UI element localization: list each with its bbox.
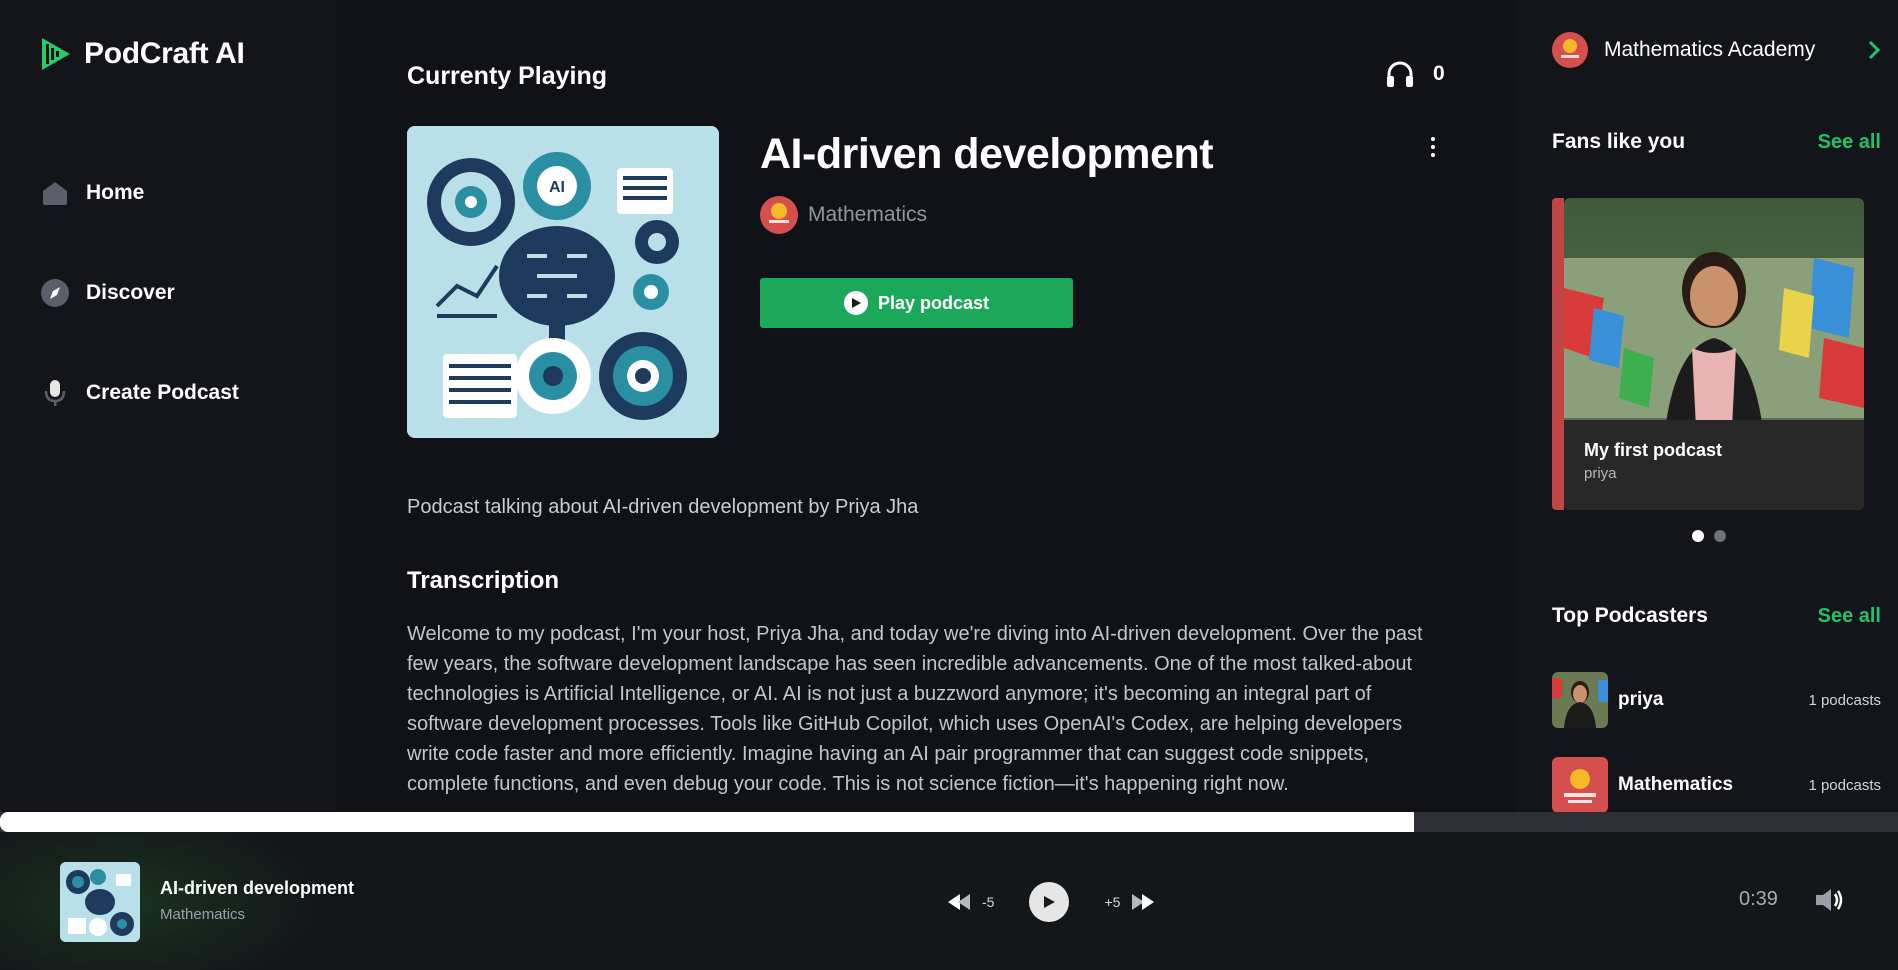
carousel-dots xyxy=(1692,530,1726,542)
forward-5-button[interactable]: +5 xyxy=(1104,893,1155,911)
fans-see-all-link[interactable]: See all xyxy=(1818,131,1881,154)
left-sidebar: PodCraft AI Home Discover Create Podcast xyxy=(0,0,337,812)
right-sidebar: Mathematics Academy Fans like you See al… xyxy=(1515,0,1898,812)
nav-label-discover: Discover xyxy=(86,281,175,304)
listener-count: 0 xyxy=(1385,60,1445,88)
rewind-5-button[interactable]: -5 xyxy=(948,893,994,911)
transcription-text: Welcome to my podcast, I'm your host, Pr… xyxy=(407,623,1423,795)
carousel-prev-card[interactable] xyxy=(1552,198,1564,510)
rewind-icon xyxy=(948,894,970,910)
svg-text:AI: AI xyxy=(549,179,565,196)
account-name: Mathematics Academy xyxy=(1604,38,1816,61)
podcast-description: Podcast talking about AI-driven developm… xyxy=(407,496,919,518)
carousel-dot-2[interactable] xyxy=(1714,530,1726,542)
forward-label: +5 xyxy=(1104,894,1121,910)
now-playing-thumbnail[interactable] xyxy=(60,862,140,942)
play-icon xyxy=(843,291,868,315)
app-root: PodCraft AI Home Discover Create Podcast xyxy=(0,0,1898,970)
nav-label-home: Home xyxy=(86,181,145,204)
listeners-count-value: 0 xyxy=(1433,62,1445,85)
main-nav: Home Discover Create Podcast xyxy=(40,176,239,476)
podcaster-row[interactable]: Mathematics 1 podcasts xyxy=(1552,757,1881,812)
author-name: Mathematics xyxy=(808,203,928,226)
playback-controls: -5 +5 xyxy=(948,882,1155,922)
podcast-title: AI-driven development xyxy=(760,130,1214,178)
now-playing-title: AI-driven development xyxy=(160,878,355,898)
podcaster-name: priya xyxy=(1618,689,1664,710)
author-avatar xyxy=(760,196,798,234)
play-podcast-button[interactable]: Play podcast xyxy=(760,278,1073,328)
player-bar: AI-driven development Mathematics -5 +5 xyxy=(0,832,1898,970)
fans-section-header: Fans like you See all xyxy=(1552,130,1881,154)
nav-item-create-podcast[interactable]: Create Podcast xyxy=(40,376,239,410)
now-playing-author: Mathematics xyxy=(160,906,246,923)
play-podcast-label: Play podcast xyxy=(877,292,990,313)
fast-forward-icon xyxy=(1132,894,1155,910)
podcaster-row[interactable]: priya 1 podcasts xyxy=(1552,672,1881,728)
podcast-author[interactable]: Mathematics xyxy=(760,196,927,234)
rewind-label: -5 xyxy=(982,894,995,910)
account-profile-link[interactable]: Mathematics Academy xyxy=(1552,32,1881,68)
nav-label-create-podcast: Create Podcast xyxy=(86,381,239,404)
podcaster-avatar xyxy=(1552,672,1608,728)
volume-icon[interactable] xyxy=(1814,888,1844,912)
fan-card-title: My first podcast xyxy=(1584,440,1723,460)
fan-card-subtitle: priya xyxy=(1584,465,1617,482)
main-play-button[interactable] xyxy=(1029,882,1070,922)
carousel-dot-1[interactable] xyxy=(1692,530,1704,542)
main-content: Currenty Playing 0 AI AI-driven developm… xyxy=(337,0,1515,812)
nav-item-home[interactable]: Home xyxy=(40,176,239,210)
account-avatar xyxy=(1552,32,1588,68)
chevron-right-icon xyxy=(1868,40,1881,60)
playback-progress-fill xyxy=(0,812,1414,832)
microphone-icon xyxy=(40,378,70,408)
top-podcasters-see-all-link[interactable]: See all xyxy=(1818,605,1881,628)
home-icon xyxy=(40,178,70,208)
logo-icon xyxy=(42,38,70,70)
transcription-heading: Transcription xyxy=(407,567,560,594)
podcaster-count: 1 podcasts xyxy=(1808,691,1881,709)
nav-item-discover[interactable]: Discover xyxy=(40,276,239,310)
podcaster-avatar xyxy=(1552,757,1608,812)
play-icon xyxy=(1044,896,1056,908)
headphones-icon xyxy=(1387,61,1413,87)
top-podcasters-header: Top Podcasters See all xyxy=(1552,604,1881,628)
playback-progress-bar[interactable] xyxy=(0,812,1898,832)
compass-icon xyxy=(40,278,70,308)
currently-playing-title: Currenty Playing xyxy=(407,62,608,90)
fans-title: Fans like you xyxy=(1552,130,1686,153)
podcaster-count: 1 podcasts xyxy=(1808,776,1881,794)
fan-card-caption: My first podcast priya xyxy=(1564,420,1864,510)
podcast-cover-image: AI xyxy=(407,126,719,438)
app-logo[interactable]: PodCraft AI xyxy=(38,34,245,74)
fan-card[interactable]: My first podcast priya xyxy=(1564,198,1864,510)
playback-time: 0:39 xyxy=(1739,888,1778,910)
more-options-icon[interactable] xyxy=(1421,134,1445,160)
app-name: PodCraft AI xyxy=(84,37,245,70)
top-podcasters-title: Top Podcasters xyxy=(1552,604,1708,627)
podcaster-name: Mathematics xyxy=(1618,774,1734,795)
